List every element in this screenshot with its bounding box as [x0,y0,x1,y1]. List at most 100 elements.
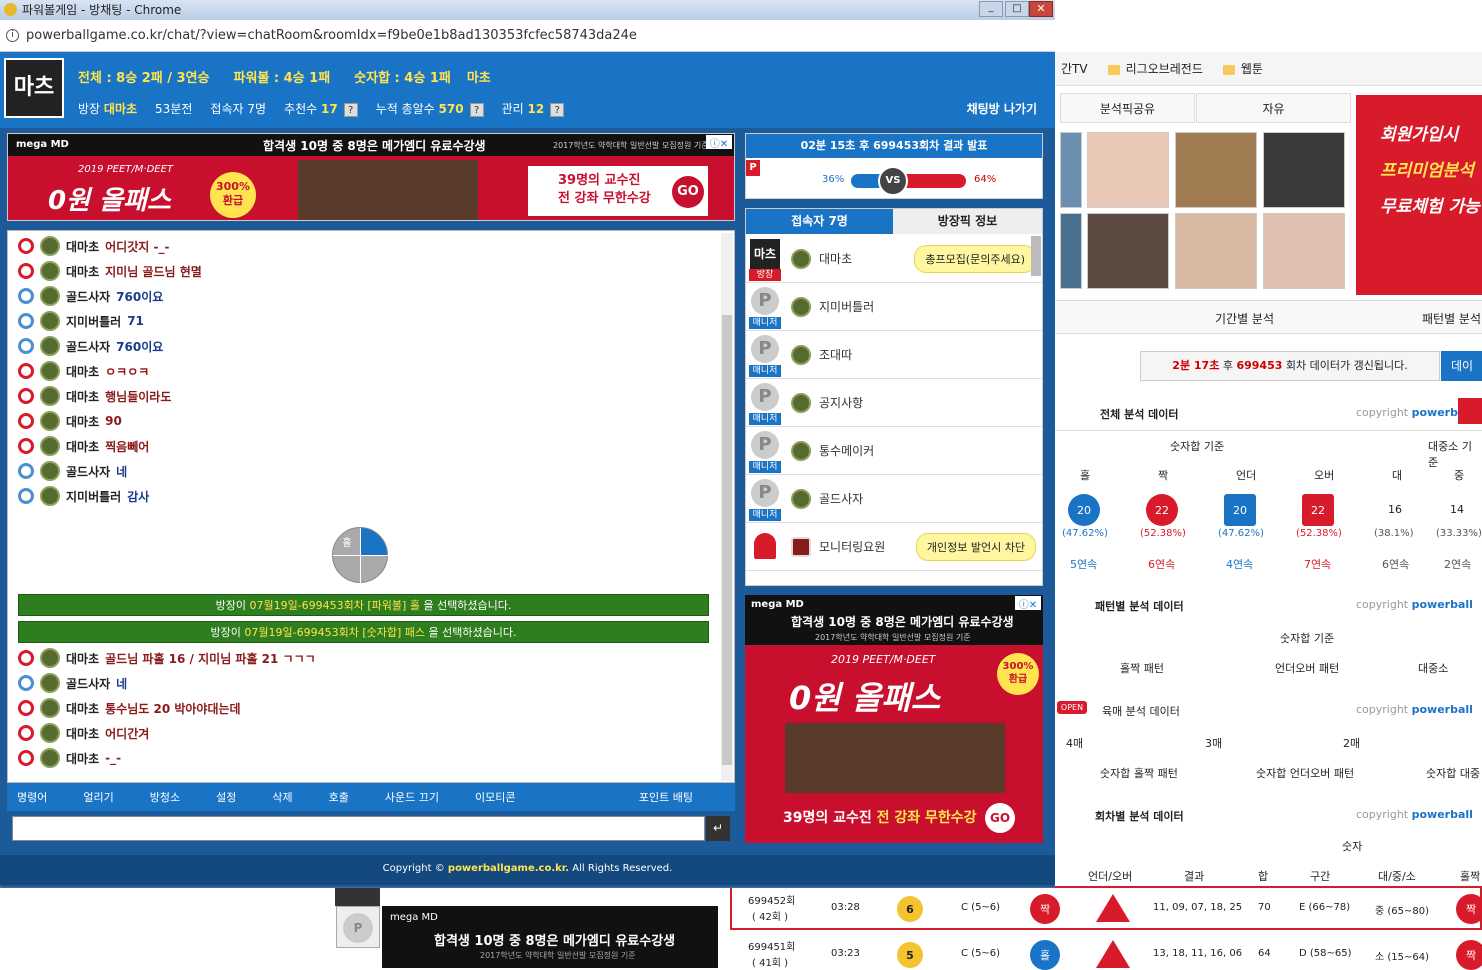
bookmark-tv[interactable]: 간TV [1061,60,1088,77]
chat-scrollbar-thumb[interactable] [722,315,732,765]
leave-room-button[interactable]: 채팅방 나가기 [967,100,1037,117]
pattern-uo[interactable]: 언더오버 패턴 [1275,660,1339,676]
message-author[interactable]: 골드사자 [66,675,110,692]
info-icon[interactable]: i [6,29,19,42]
stat-percent: (33.33%) [1436,528,1482,539]
user-row[interactable]: P 매니저 공지사항 [746,379,1042,427]
menu-item[interactable]: 얼리기 [83,789,125,805]
user-row[interactable]: P 매니저 통수메이커 [746,427,1042,475]
chat-message: 대마초 찍음뻬어 [18,435,149,457]
user-name[interactable]: 지미버틀러 [819,298,874,315]
user-name[interactable]: 대마초 [819,250,852,267]
message-author[interactable]: 지미버틀러 [66,313,121,330]
signup-ad[interactable]: 회원가입시 프리미엄분석 무료체험 가능 [1356,95,1482,295]
top-ad-banner[interactable]: mega MD 합격생 10명 중 8명은 메가엠디 유료수강생 2017학년도… [7,133,735,221]
point-bet-button[interactable]: 포인트 배팅 [639,789,705,805]
six-4[interactable]: 4매 [1066,735,1083,751]
maximize-button[interactable]: □ [1005,1,1029,17]
menu-item[interactable]: 방청소 [150,789,192,805]
ad-close-icon[interactable]: ⓘ✕ [1015,596,1041,611]
recycle-icon [18,288,34,304]
thumbnail[interactable] [1060,132,1082,208]
chat-message: 대마초 골드님 파홀 16 / 지미님 파홀 21 ㄱㄱㄱ [18,647,316,669]
six-pattern-uo[interactable]: 숫자합 언더오버 패턴 [1256,765,1354,781]
nav-pattern[interactable]: 패턴별 분석 [1422,310,1481,327]
user-row[interactable]: 모니터링요원 개인정보 발언시 차단 [746,523,1042,571]
six-pattern-oe[interactable]: 숫자합 홀짝 패턴 [1100,765,1178,781]
created-time: 53분전 [155,102,193,116]
user-name[interactable]: 통수메이커 [819,442,874,459]
message-author[interactable]: 대마초 [66,238,99,255]
arrow-up-icon [1096,940,1130,968]
result-title: 02분 15초 후 699453회차 결과 발표 [746,134,1042,158]
address-bar[interactable]: i powerballgame.co.kr/chat/?view=chatRoo… [0,20,1055,52]
message-author[interactable]: 대마초 [66,650,99,667]
message-author[interactable]: 골드사자 [66,463,110,480]
thumbnail[interactable] [1175,213,1257,289]
pattern-basis: 숫자합 기준 [1280,632,1335,645]
message-author[interactable]: 대마초 [66,388,99,405]
bookmark-webtoon[interactable]: 웹툰 [1222,60,1263,77]
tab-free[interactable]: 자유 [1196,93,1351,123]
send-button[interactable]: ↵ [706,816,730,841]
message-author[interactable]: 골드사자 [66,288,110,305]
ad-close-icon[interactable]: ⓘ✕ [706,135,732,150]
thumbnail[interactable] [1087,213,1169,289]
menu-item[interactable]: 삭제 [272,789,304,805]
help-icon[interactable]: ? [550,103,565,117]
menu-item[interactable]: 명령어 [17,789,59,805]
thumbnail[interactable] [1263,132,1345,208]
red-tab[interactable] [1458,398,1482,424]
user-row[interactable]: 마츠 방장 대마초 총프모집(문의주세요) [746,235,1042,283]
menu-item[interactable]: 이모티콘 [475,789,527,805]
odd-even-badge: 홀 [1030,940,1060,970]
stat-header: 대 [1392,469,1403,482]
data-button[interactable]: 데이터 [1441,351,1482,403]
tab-users[interactable]: 접속자 7명 [746,209,893,234]
thumbnail[interactable] [1087,132,1169,208]
user-name[interactable]: 골드사자 [819,490,863,507]
tab-analysis-share[interactable]: 분석픽공유 [1060,93,1195,123]
message-author[interactable]: 대마초 [66,700,99,717]
six-pattern-size[interactable]: 숫자합 대중 [1426,765,1480,781]
chat-message: 대마초 -_- [18,747,121,769]
message-author[interactable]: 대마초 [66,263,99,280]
mini-banner[interactable] [335,888,380,906]
thumbnail[interactable] [1060,213,1082,289]
user-name[interactable]: 모니터링요원 [819,538,885,555]
nav-period[interactable]: 기간별 분석 [1215,310,1274,327]
side-ad-banner[interactable]: mega MD 합격생 10명 중 8명은 메가엠디 유료수강생 2017학년도… [745,595,1043,843]
user-row[interactable]: P 매니저 골드사자 [746,475,1042,523]
bottom-ad[interactable]: mega MD 합격생 10명 중 8명은 메가엠디 유료수강생 2017학년도… [382,906,718,968]
user-name[interactable]: 조대따 [819,346,852,363]
close-button[interactable]: ✕ [1029,1,1053,17]
message-author[interactable]: 대마초 [66,438,99,455]
menu-item[interactable]: 설정 [216,789,248,805]
user-name[interactable]: 공지사항 [819,394,863,411]
message-author[interactable]: 대마초 [66,725,99,742]
user-row[interactable]: P 매니저 조대따 [746,331,1042,379]
message-author[interactable]: 대마초 [66,363,99,380]
user-scrollbar[interactable] [1031,236,1041,276]
chat-input[interactable] [12,816,705,841]
bookmark-lol[interactable]: 리그오브레전드 [1107,60,1203,77]
user-row[interactable]: P 매니저 지미버틀러 [746,283,1042,331]
message-author[interactable]: 대마초 [66,413,99,430]
menu-item[interactable]: 호출 [329,789,361,805]
help-icon[interactable]: ? [343,103,358,117]
thumbnail[interactable] [1175,132,1257,208]
ad-people-image [298,160,478,220]
message-author[interactable]: 대마초 [66,750,99,767]
message-author[interactable]: 골드사자 [66,338,110,355]
six-2[interactable]: 2매 [1343,735,1360,751]
six-3[interactable]: 3매 [1205,735,1222,751]
minimize-button[interactable]: _ [979,1,1003,17]
help-icon[interactable]: ? [469,103,484,117]
menu-item[interactable]: 사운드 끄기 [385,789,451,805]
chat-scrollbar-track[interactable] [721,233,733,781]
message-author[interactable]: 지미버틀러 [66,488,121,505]
tab-owner-pick[interactable]: 방장픽 정보 [893,209,1042,234]
thumbnail[interactable] [1263,213,1345,289]
pattern-oe[interactable]: 홀짝 패턴 [1120,660,1164,676]
pattern-size[interactable]: 대중소 [1418,660,1448,676]
